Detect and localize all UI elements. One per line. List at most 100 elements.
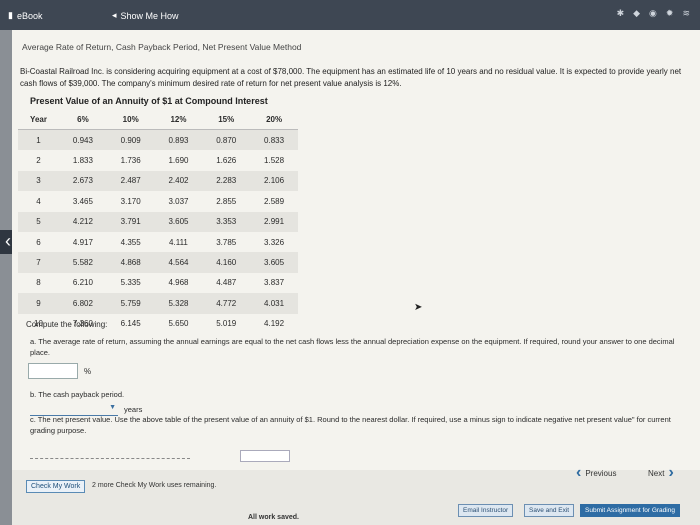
answer-c-label-line <box>30 458 190 459</box>
show-me-how-link[interactable]: ◂ Show Me How <box>112 10 179 21</box>
pv-table-header-row: Year 6% 10% 12% 15% 20% <box>18 110 298 130</box>
play-icon: ◂ <box>112 10 117 20</box>
table-cell: 3.353 <box>202 211 251 232</box>
answer-c-input[interactable] <box>240 450 290 462</box>
save-exit-button[interactable]: Save and Exit <box>524 504 575 517</box>
question-c: c. The net present value. Use the above … <box>30 415 671 435</box>
answer-b-unit: years <box>124 405 143 414</box>
table-cell: 6.802 <box>59 293 107 314</box>
table-cell: 1.833 <box>72 156 93 166</box>
chevron-left-icon: ‹ <box>576 464 582 481</box>
table-cell: 4.160 <box>202 252 251 273</box>
wifi-icon[interactable]: ≋ <box>682 8 690 19</box>
pv-header-15: 15% <box>202 110 251 130</box>
table-cell: 0.943 <box>59 129 107 151</box>
table-cell: 6.145 <box>120 319 141 329</box>
table-cell: 4.772 <box>202 293 251 314</box>
table-cell: 3 <box>18 170 60 192</box>
table-row: 9 6.802 5.759 5.328 4.772 4.031 <box>18 293 298 314</box>
table-cell: 2.402 <box>154 170 203 192</box>
table-row: 8 6.210 5.335 4.968 4.487 3.837 <box>18 273 298 293</box>
question-a: a. The average rate of return, assuming … <box>30 337 675 357</box>
next-button[interactable]: Next › <box>648 464 674 482</box>
table-cell: 2 <box>36 156 41 166</box>
table-cell: 3.605 <box>250 252 298 273</box>
chevron-down-icon: ▼ <box>109 404 116 411</box>
table-cell: 1 <box>18 129 60 151</box>
table-row: 5 4.212 3.791 3.605 3.353 2.991 <box>18 211 298 232</box>
pv-header-10: 10% <box>106 110 155 130</box>
mouse-cursor-icon: ➤ <box>414 302 423 313</box>
table-cell: 8 <box>36 278 41 288</box>
next-label: Next <box>648 468 665 478</box>
table-cell: 2.106 <box>250 170 298 192</box>
table-cell: 0.893 <box>154 129 203 151</box>
table-cell: 5.759 <box>106 293 155 314</box>
table-cell: 1.626 <box>216 156 237 166</box>
pv-table: Year 6% 10% 12% 15% 20% 1 0.943 0.909 0.… <box>18 110 298 334</box>
submit-assignment-button[interactable]: Submit Assignment for Grading <box>580 504 680 517</box>
book-icon: ▮ <box>8 10 13 20</box>
top-toolbar: ▮ eBook ◂ Show Me How ✱ ◆ ◉ ✹ ≋ <box>0 0 700 30</box>
table-cell: 5 <box>18 211 60 232</box>
table-cell: 2.283 <box>202 170 251 192</box>
table-cell: 4.192 <box>264 319 285 329</box>
table-cell: 7 <box>18 252 60 273</box>
table-cell: 4.917 <box>72 237 93 247</box>
question-b: b. The cash payback period. <box>30 390 125 399</box>
table-cell: 1.528 <box>264 156 285 166</box>
table-cell: 2.991 <box>250 211 298 232</box>
table-cell: 4.487 <box>216 278 237 288</box>
table-cell: 4.868 <box>106 252 155 273</box>
table-cell: 6.210 <box>72 278 93 288</box>
table-cell: 0.870 <box>202 129 251 151</box>
table-cell: 5.335 <box>120 278 141 288</box>
table-row: 1 0.943 0.909 0.893 0.870 0.833 <box>18 129 298 151</box>
table-cell: 4 <box>36 196 41 206</box>
table-cell: 9 <box>18 293 60 314</box>
ebook-label: eBook <box>16 10 43 21</box>
eye-icon[interactable]: ◉ <box>649 8 657 19</box>
table-row: 4 3.465 3.170 3.037 2.855 2.589 <box>18 191 298 211</box>
table-cell: 2.673 <box>59 170 107 192</box>
pv-header-12: 12% <box>154 110 203 130</box>
pv-header-year: Year <box>18 110 60 130</box>
pv-header-6: 6% <box>59 110 107 130</box>
compute-label: Compute the following: <box>26 320 108 329</box>
pv-table-title: Present Value of an Annuity of $1 at Com… <box>30 96 268 106</box>
ebook-link[interactable]: ▮ eBook <box>8 10 42 21</box>
table-cell: 5.019 <box>216 319 237 329</box>
problem-intro: Bi-Coastal Railroad Inc. is considering … <box>20 67 682 88</box>
table-cell: 2.487 <box>106 170 155 192</box>
table-row: 6 4.917 4.355 4.111 3.785 3.326 <box>18 232 298 252</box>
star-icon[interactable]: ✱ <box>617 8 625 19</box>
check-my-work-button[interactable]: Check My Work <box>26 480 86 493</box>
table-cell: 3.785 <box>216 237 237 247</box>
table-cell: 1.690 <box>168 156 189 166</box>
topbar-icons: ✱ ◆ ◉ ✹ ≋ <box>617 8 690 19</box>
table-cell: 3.465 <box>72 196 93 206</box>
table-cell: 3.037 <box>168 196 189 206</box>
table-cell: 4.355 <box>120 237 141 247</box>
previous-button[interactable]: ‹ Previous <box>576 464 616 482</box>
pv-table-body: 1 0.943 0.909 0.893 0.870 0.833 2 1.833 … <box>18 129 298 334</box>
table-cell: 4.111 <box>169 237 188 247</box>
answer-a-unit: % <box>84 366 92 376</box>
gear-icon[interactable]: ✹ <box>666 8 674 19</box>
table-cell: 4.968 <box>168 278 189 288</box>
table-cell: 0.909 <box>106 129 155 151</box>
chevron-right-icon: › <box>668 464 674 481</box>
table-cell: 2.855 <box>216 196 237 206</box>
table-cell: 3.326 <box>264 237 285 247</box>
table-cell: 0.833 <box>250 129 298 151</box>
assignment-page: Average Rate of Return, Cash Payback Per… <box>12 30 700 470</box>
table-cell: 4.031 <box>250 293 298 314</box>
table-cell: 3.837 <box>264 278 285 288</box>
footer: Check My Work 2 more Check My Work uses … <box>12 464 700 525</box>
answer-a-input[interactable] <box>28 363 78 379</box>
table-row: 3 2.673 2.487 2.402 2.283 2.106 <box>18 170 298 192</box>
answer-a-row: % <box>28 363 91 379</box>
previous-label: Previous <box>585 468 617 478</box>
email-instructor-button[interactable]: Email Instructor <box>458 504 514 517</box>
diamond-icon[interactable]: ◆ <box>633 8 640 19</box>
